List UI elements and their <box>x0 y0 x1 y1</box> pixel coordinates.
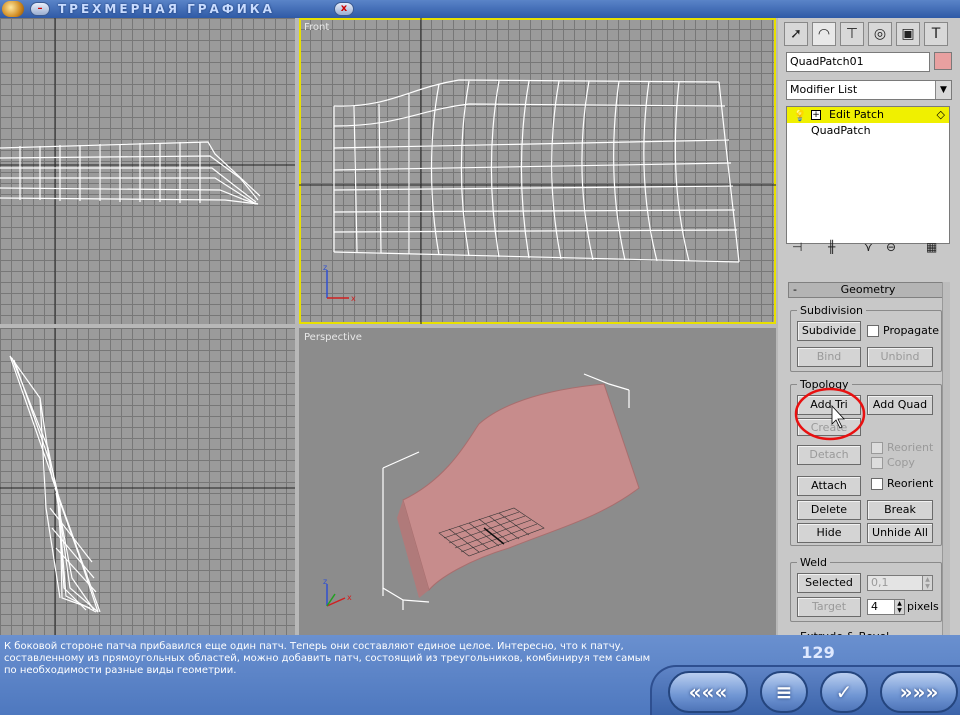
copy-label: Copy <box>887 456 915 469</box>
modifier-stack: 💡 + Edit Patch ◇ QuadPatch <box>786 106 950 244</box>
subdivide-button[interactable]: Subdivide <box>797 321 861 341</box>
pin-stack-icon[interactable]: ⊣ <box>792 240 802 254</box>
forward-button[interactable]: »»» <box>880 671 958 713</box>
hide-button[interactable]: Hide <box>797 523 861 543</box>
show-end-result-icon[interactable]: ╫ <box>828 240 835 254</box>
close-button[interactable]: x <box>334 2 354 16</box>
detach-button[interactable]: Detach <box>797 445 861 465</box>
reorient-label: Reorient <box>887 477 934 490</box>
highlight-circle <box>794 387 866 441</box>
svg-text:z: z <box>323 577 327 586</box>
stack-item-quadpatch[interactable]: QuadPatch <box>787 123 949 139</box>
stack-toolbar: ⊣ ╫ ⋎ ⊖ ▦ <box>786 240 950 260</box>
sub-object-icon: ◇ <box>936 108 945 121</box>
svg-text:z: z <box>323 263 327 272</box>
propagate-label: Propagate <box>883 324 939 337</box>
target-pixels-spinner[interactable]: 4 ▲ ▼ <box>867 599 905 615</box>
checkbox-box[interactable] <box>871 457 883 469</box>
axis-tripod-icon: z x <box>323 263 356 303</box>
weld-label: Weld <box>797 556 831 569</box>
delete-button[interactable]: Delete <box>797 500 861 520</box>
viewport-top[interactable] <box>0 18 295 324</box>
front-view-wireframe: z x <box>299 18 776 324</box>
utilities-tab-icon[interactable]: T <box>924 22 948 46</box>
viewport-left[interactable] <box>0 328 295 635</box>
geometry-rollout-header[interactable]: - Geometry <box>788 282 948 298</box>
pixels-label: pixels <box>907 600 939 613</box>
stack-item-label: QuadPatch <box>811 124 871 137</box>
footer-bar: К боковой стороне патча прибавился еще о… <box>0 635 960 715</box>
checkbox-box[interactable] <box>871 478 883 490</box>
copy-checkbox[interactable]: Copy <box>871 456 915 470</box>
attach-button[interactable]: Attach <box>797 476 861 496</box>
back-button[interactable]: ««« <box>668 671 748 713</box>
stack-item-label: Edit Patch <box>829 108 885 121</box>
window-title: ТРЕХМЕРНАЯ ГРАФИКА <box>58 2 275 16</box>
weld-threshold-spinner[interactable]: 0,1 ▲ ▼ <box>867 575 933 591</box>
minimize-button[interactable]: – <box>30 2 50 16</box>
lightbulb-icon[interactable]: 💡 <box>793 108 807 124</box>
app-logo-icon <box>2 1 24 17</box>
svg-text:x: x <box>347 593 352 602</box>
menu-button[interactable]: ≡ <box>760 671 808 713</box>
object-color-swatch[interactable] <box>934 52 952 70</box>
checkbox-box[interactable] <box>867 325 879 337</box>
axis-tripod-perspective-icon: z x <box>323 577 352 607</box>
lesson-caption: К боковой стороне патча прибавился еще о… <box>4 641 651 676</box>
svg-text:x: x <box>351 294 356 303</box>
rollout-title: Geometry <box>840 283 896 296</box>
unbind-button[interactable]: Unbind <box>867 347 933 367</box>
reorient-label: Reorient <box>887 441 934 454</box>
modifier-list-label: Modifier List <box>790 83 858 96</box>
stack-item-edit-patch[interactable]: 💡 + Edit Patch ◇ <box>787 107 949 123</box>
modifier-list-dropdown[interactable]: Modifier List ▼ <box>786 80 952 100</box>
break-button[interactable]: Break <box>867 500 933 520</box>
subdivision-label: Subdivision <box>797 304 867 317</box>
top-view-wireframe <box>0 18 295 324</box>
weld-threshold-value: 0,1 <box>871 576 889 589</box>
unhide-all-button[interactable]: Unhide All <box>867 523 933 543</box>
propagate-checkbox[interactable]: Propagate <box>867 324 939 338</box>
geometry-rollout: - Geometry Subdivision Subdivide Propaga… <box>782 274 952 644</box>
viewport-front[interactable]: Front z x <box>299 18 776 324</box>
mouse-cursor-icon <box>831 404 845 429</box>
display-tab-icon[interactable]: ▣ <box>896 22 920 46</box>
chevron-down-icon[interactable]: ▼ <box>935 81 951 99</box>
remove-modifier-icon[interactable]: ⊖ <box>886 240 896 254</box>
expand-icon[interactable]: + <box>811 110 821 120</box>
perspective-render: z x <box>323 373 640 610</box>
reorient-attach-checkbox[interactable]: Reorient <box>871 477 933 491</box>
subdivision-group: Subdivision Subdivide Propagate Bind Unb… <box>790 304 942 372</box>
left-view-wireframe <box>0 328 295 635</box>
hierarchy-tab-icon[interactable]: ⊤ <box>840 22 864 46</box>
weld-target-button[interactable]: Target <box>797 597 861 617</box>
viewport-perspective[interactable]: Perspective z x <box>299 328 776 635</box>
title-bar: – ТРЕХМЕРНАЯ ГРАФИКА x <box>0 0 960 18</box>
check-button[interactable]: ✓ <box>820 671 868 713</box>
page-number: 129 <box>801 643 835 662</box>
command-panel: ➚ ◠ ⊤ ◎ ▣ T QuadPatch01 Modifier List ▼ … <box>778 18 960 644</box>
bind-button[interactable]: Bind <box>797 347 861 367</box>
collapse-icon: - <box>793 283 797 296</box>
target-pixels-value: 4 <box>871 600 878 613</box>
reorient-detach-checkbox[interactable]: Reorient <box>871 441 933 455</box>
command-panel-tabs: ➚ ◠ ⊤ ◎ ▣ T <box>784 20 956 46</box>
motion-tab-icon[interactable]: ◎ <box>868 22 892 46</box>
configure-sets-icon[interactable]: ▦ <box>926 240 937 254</box>
spinner-arrows-icon[interactable]: ▲ ▼ <box>894 600 904 614</box>
weld-selected-button[interactable]: Selected <box>797 573 861 593</box>
modify-tab-icon[interactable]: ◠ <box>812 22 836 46</box>
spinner-arrows-icon[interactable]: ▲ ▼ <box>922 576 932 590</box>
make-unique-icon[interactable]: ⋎ <box>864 240 873 254</box>
create-tab-icon[interactable]: ➚ <box>784 22 808 46</box>
navigation-bar: ««« ≡ ✓ »»» <box>650 665 960 715</box>
rollout-scrollbar[interactable] <box>942 282 950 642</box>
object-name-field[interactable]: QuadPatch01 <box>786 52 930 72</box>
weld-group: Weld Selected 0,1 ▲ ▼ Target 4 ▲ ▼ pixels <box>790 556 942 622</box>
